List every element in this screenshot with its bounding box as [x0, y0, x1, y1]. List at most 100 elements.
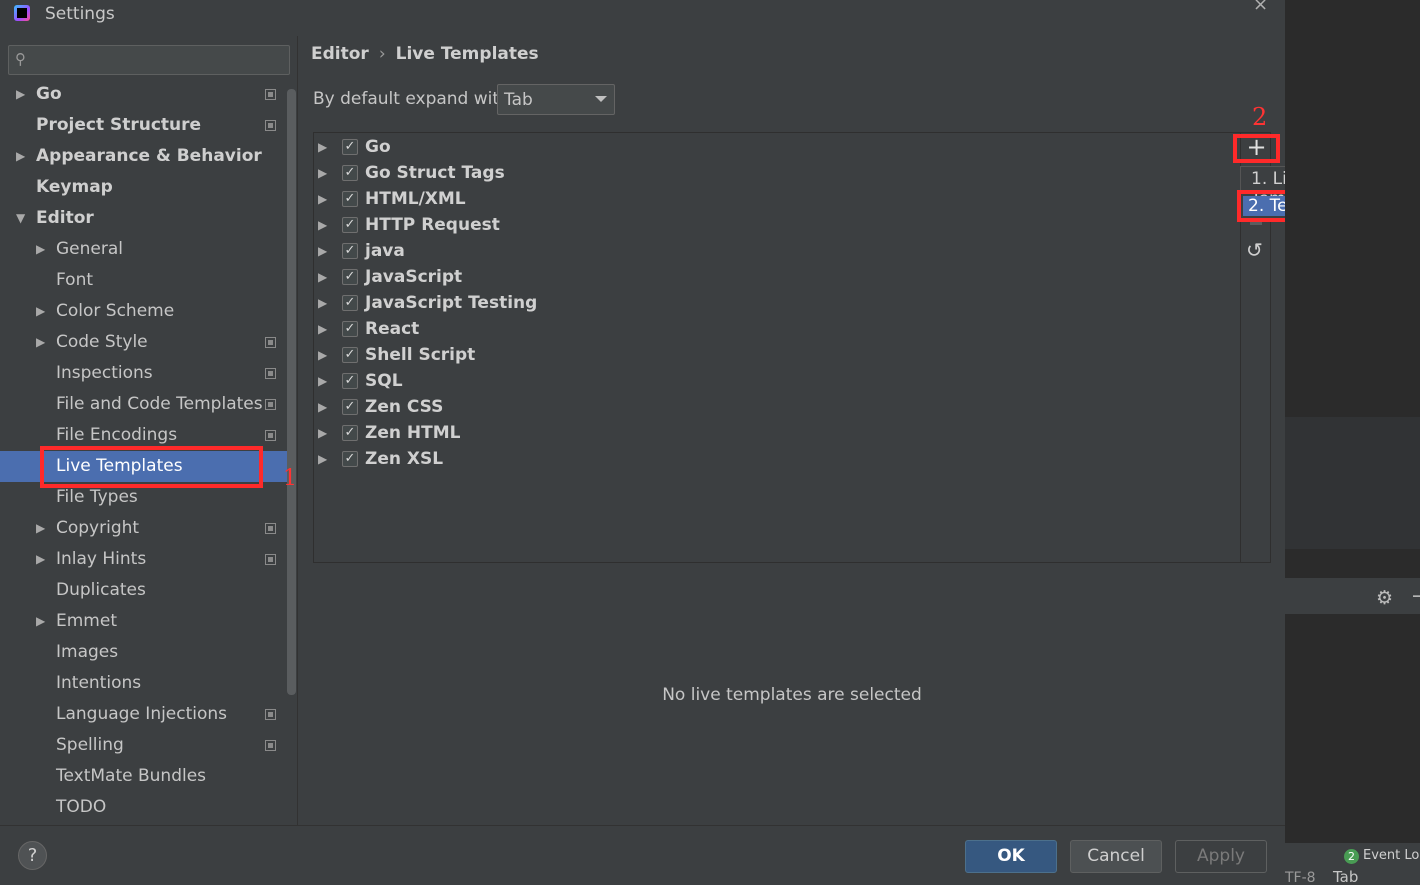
- sidebar-item[interactable]: Spelling: [0, 730, 290, 761]
- ide-panel: [1285, 417, 1420, 549]
- expand-arrow-icon[interactable]: ▶: [318, 316, 327, 342]
- template-group-label: java: [365, 241, 405, 261]
- expand-arrow-icon[interactable]: ▶: [318, 238, 327, 264]
- expand-arrow-icon[interactable]: ▶: [318, 420, 327, 446]
- sidebar-item[interactable]: Keymap: [0, 172, 290, 203]
- template-group-row[interactable]: ▶ ✓ Zen XSL: [314, 446, 1240, 472]
- expand-arrow-icon[interactable]: ▶: [318, 160, 327, 186]
- ok-button[interactable]: OK: [965, 840, 1057, 873]
- help-button[interactable]: ?: [18, 841, 47, 870]
- group-enabled-checkbox[interactable]: ✓: [342, 347, 358, 363]
- template-group-row[interactable]: ▶ ✓ JavaScript: [314, 264, 1240, 290]
- group-enabled-checkbox[interactable]: ✓: [342, 321, 358, 337]
- collapse-arrow-icon[interactable]: ▼: [16, 203, 25, 234]
- empty-selection-message: No live templates are selected: [662, 685, 922, 705]
- sidebar-item[interactable]: Intentions: [0, 668, 290, 699]
- expand-arrow-icon[interactable]: ▶: [36, 296, 45, 327]
- sidebar-item-label: Project Structure: [36, 115, 202, 135]
- sidebar-item[interactable]: Images: [0, 637, 290, 668]
- group-enabled-checkbox[interactable]: ✓: [342, 217, 358, 233]
- expand-arrow-icon[interactable]: ▶: [318, 264, 327, 290]
- group-enabled-checkbox[interactable]: ✓: [342, 451, 358, 467]
- sidebar-scrollbar[interactable]: [287, 89, 296, 695]
- sidebar-item[interactable]: Font: [0, 265, 290, 296]
- settings-dialog: Settings × ⚲ ▶ Go Project Structure ▶ Appear…: [0, 0, 1420, 885]
- group-enabled-checkbox[interactable]: ✓: [342, 269, 358, 285]
- expand-with-label: By default expand with: [313, 89, 510, 109]
- sidebar-item-label: Duplicates: [56, 580, 146, 600]
- minimize-icon[interactable]: −: [1411, 585, 1420, 607]
- expand-with-dropdown[interactable]: Tab: [497, 84, 615, 115]
- apply-button[interactable]: Apply: [1175, 840, 1267, 873]
- group-enabled-checkbox[interactable]: ✓: [342, 295, 358, 311]
- template-group-row[interactable]: ▶ ✓ JavaScript Testing: [314, 290, 1240, 316]
- sidebar-item-label: Appearance & Behavior: [36, 146, 262, 166]
- group-enabled-checkbox[interactable]: ✓: [342, 191, 358, 207]
- sidebar-item[interactable]: Inspections: [0, 358, 290, 389]
- sidebar-item[interactable]: TODO: [0, 792, 290, 823]
- sidebar-item[interactable]: Language Injections: [0, 699, 290, 730]
- sidebar-item[interactable]: ▶ Appearance & Behavior: [0, 141, 290, 172]
- sidebar-item[interactable]: ▼ Editor: [0, 203, 290, 234]
- sidebar-item[interactable]: ▶ Inlay Hints: [0, 544, 290, 575]
- gear-icon[interactable]: ⚙: [1376, 587, 1393, 609]
- sidebar-item-label: Inlay Hints: [56, 549, 147, 569]
- template-group-row[interactable]: ▶ ✓ Shell Script: [314, 342, 1240, 368]
- expand-arrow-icon[interactable]: ▶: [16, 141, 25, 172]
- expand-arrow-icon[interactable]: ▶: [36, 234, 45, 265]
- template-group-row[interactable]: ▶ ✓ Go Struct Tags: [314, 160, 1240, 186]
- template-group-row[interactable]: ▶ ✓ Zen HTML: [314, 420, 1240, 446]
- template-group-label: Go: [365, 137, 391, 157]
- template-group-row[interactable]: ▶ ✓ java: [314, 238, 1240, 264]
- group-enabled-checkbox[interactable]: ✓: [342, 399, 358, 415]
- expand-arrow-icon[interactable]: ▶: [318, 446, 327, 472]
- sidebar-item[interactable]: File and Code Templates: [0, 389, 290, 420]
- expand-arrow-icon[interactable]: ▶: [318, 186, 327, 212]
- group-enabled-checkbox[interactable]: ✓: [342, 139, 358, 155]
- template-group-row[interactable]: ▶ ✓ HTML/XML: [314, 186, 1240, 212]
- encoding-status[interactable]: TF-8: [1285, 870, 1316, 885]
- group-enabled-checkbox[interactable]: ✓: [342, 165, 358, 181]
- sidebar-item[interactable]: ▶ Go: [0, 79, 290, 110]
- expand-arrow-icon[interactable]: ▶: [16, 79, 25, 110]
- plus-icon: +: [1246, 133, 1267, 161]
- expand-arrow-icon[interactable]: ▶: [318, 394, 327, 420]
- expand-arrow-icon[interactable]: ▶: [36, 327, 45, 358]
- expand-arrow-icon[interactable]: ▶: [318, 342, 327, 368]
- expand-arrow-icon[interactable]: ▶: [318, 290, 327, 316]
- expand-arrow-icon[interactable]: ▶: [318, 368, 327, 394]
- expand-arrow-icon[interactable]: ▶: [36, 606, 45, 637]
- sidebar-item[interactable]: ▶ Emmet: [0, 606, 290, 637]
- settings-search-input[interactable]: ⚲: [8, 45, 290, 75]
- expand-arrow-icon[interactable]: ▶: [36, 544, 45, 575]
- close-icon[interactable]: ×: [1253, 0, 1268, 15]
- indent-status[interactable]: Tab: [1333, 868, 1358, 885]
- sidebar-item[interactable]: Project Structure: [0, 110, 290, 141]
- expand-arrow-icon[interactable]: ▶: [318, 134, 327, 160]
- event-log-button[interactable]: Event Log: [1363, 848, 1420, 863]
- restore-defaults-icon[interactable]: ↺: [1246, 238, 1263, 262]
- group-enabled-checkbox[interactable]: ✓: [342, 243, 358, 259]
- template-group-row[interactable]: ▶ ✓ React: [314, 316, 1240, 342]
- template-group-row[interactable]: ▶ ✓ HTTP Request: [314, 212, 1240, 238]
- project-level-icon: [265, 368, 276, 379]
- breadcrumb-parent[interactable]: Editor: [311, 44, 369, 64]
- expand-arrow-icon[interactable]: ▶: [36, 513, 45, 544]
- template-group-row[interactable]: ▶ ✓ Zen CSS: [314, 394, 1240, 420]
- sidebar-item[interactable]: ▶ Code Style: [0, 327, 290, 358]
- expand-arrow-icon[interactable]: ▶: [318, 212, 327, 238]
- template-group-label: SQL: [365, 371, 403, 391]
- sidebar-item[interactable]: Duplicates: [0, 575, 290, 606]
- sidebar-item[interactable]: ▶ Copyright: [0, 513, 290, 544]
- group-enabled-checkbox[interactable]: ✓: [342, 373, 358, 389]
- project-level-icon: [265, 399, 276, 410]
- sidebar-item[interactable]: TextMate Bundles: [0, 761, 290, 792]
- template-group-row[interactable]: ▶ ✓ SQL: [314, 368, 1240, 394]
- template-group-row[interactable]: ▶ ✓ Go: [314, 134, 1240, 160]
- add-button[interactable]: +: [1233, 133, 1280, 163]
- sidebar-item[interactable]: ▶ General: [0, 234, 290, 265]
- sidebar-item[interactable]: ▶ Color Scheme: [0, 296, 290, 327]
- group-enabled-checkbox[interactable]: ✓: [342, 425, 358, 441]
- cancel-button[interactable]: Cancel: [1070, 840, 1162, 873]
- ide-background: ⚙ − 2 Event Log TF-8 Tab: [1285, 0, 1420, 885]
